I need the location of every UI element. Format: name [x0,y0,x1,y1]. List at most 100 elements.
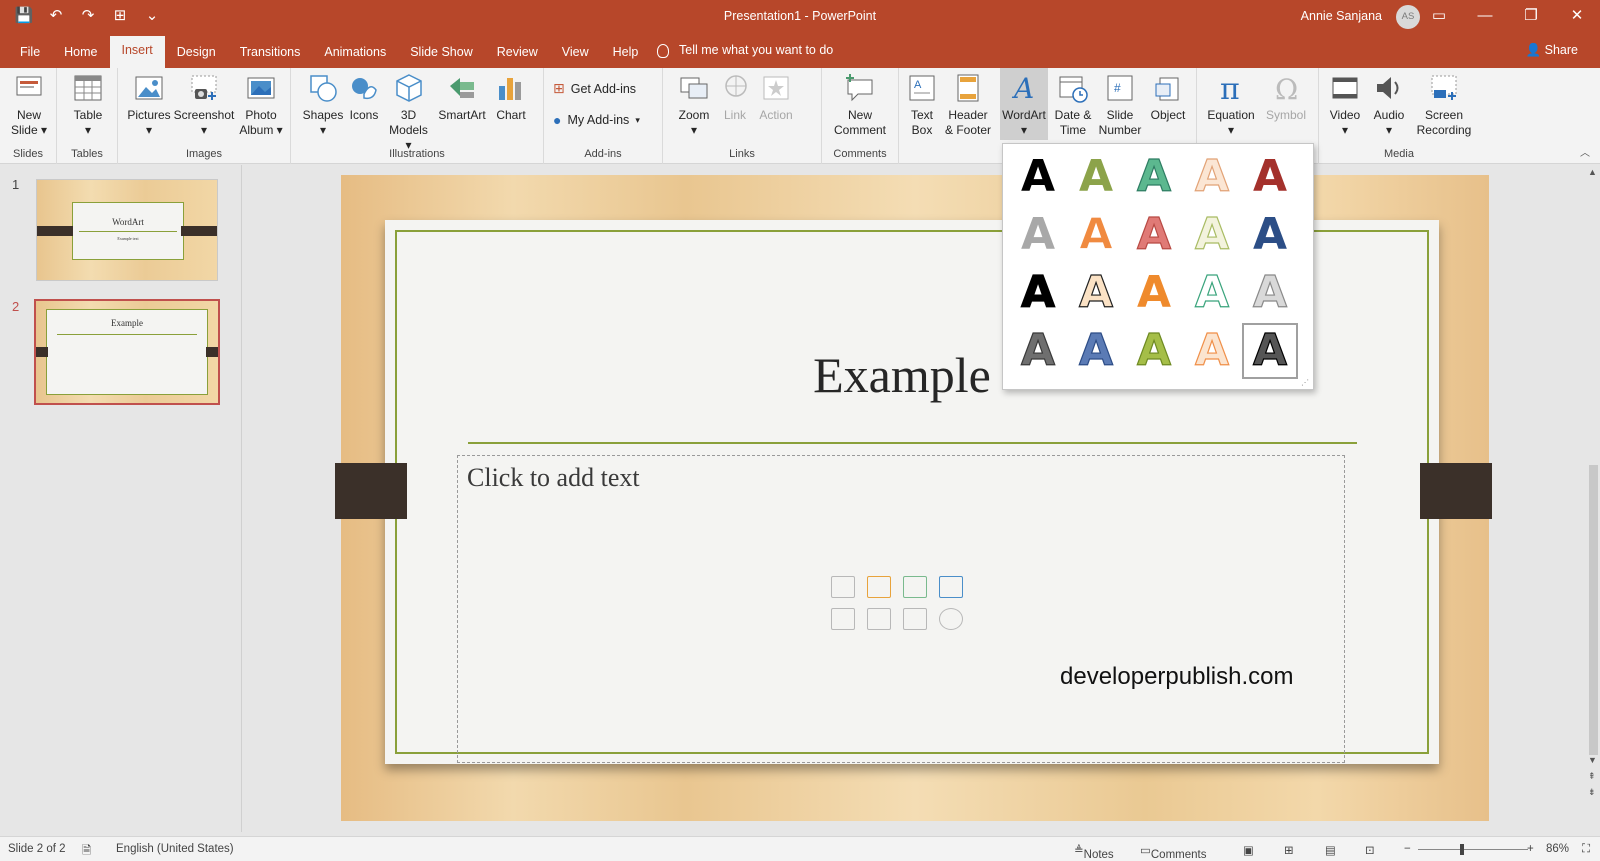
tab-file[interactable]: File [8,38,52,68]
fit-slide-icon[interactable]: ⛶ [1582,843,1590,856]
wordart-style-1[interactable]: A [1009,148,1067,206]
action-button[interactable]: Action [755,72,797,123]
date-time-button[interactable]: Date & Time [1051,72,1095,138]
wordart-style-14[interactable]: A [1183,264,1241,322]
user-name[interactable]: Annie Sanjana [1301,9,1382,23]
wordart-style-7[interactable]: A [1067,206,1125,264]
screenshot-button[interactable]: Screenshot ▾ [173,72,235,138]
scrollbar-thumb[interactable] [1589,465,1598,755]
tab-design[interactable]: Design [165,38,228,68]
wordart-style-2[interactable]: A [1067,148,1125,206]
scroll-down-icon[interactable]: ▼ [1588,755,1597,765]
symbol-button[interactable]: Ω Symbol [1261,72,1311,123]
wordart-style-4[interactable]: A [1183,148,1241,206]
zoom-slider-thumb[interactable] [1460,844,1464,855]
new-comment-label-2: Comment [833,123,886,137]
slide-number-button[interactable]: # Slide Number [1096,72,1144,138]
slide-number-label: Slide [1106,108,1134,122]
tell-me-search[interactable]: Tell me what you want to do [657,43,833,58]
insert-video-icon[interactable] [903,608,927,630]
previous-slide-icon[interactable]: ⇞ [1588,771,1596,782]
smartart-button[interactable]: SmartArt [434,72,490,123]
tab-help[interactable]: Help [601,38,651,68]
tab-transitions[interactable]: Transitions [228,38,313,68]
slide-sorter-icon[interactable]: ⊞ [1284,843,1294,857]
vertical-scrollbar[interactable]: ▲ ▼ ⇞ ⇟ [1586,165,1600,832]
icons-button[interactable]: Icons [346,72,382,123]
content-placeholder[interactable]: Click to add text developerpublish.com [457,455,1345,763]
get-addins-button[interactable]: ⊞ Get Add-ins [553,80,636,97]
tab-review[interactable]: Review [485,38,550,68]
audio-button[interactable]: Audio ▾ [1369,72,1409,138]
tab-home[interactable]: Home [52,38,109,68]
reading-view-icon[interactable]: ▤ [1325,843,1336,857]
comments-button[interactable]: ▭ Comments [1140,843,1206,861]
normal-view-icon[interactable]: ▣ [1243,843,1254,857]
scroll-up-icon[interactable]: ▲ [1588,167,1597,177]
pictures-button[interactable]: Pictures ▾ [126,72,172,138]
insert-online-picture-icon[interactable] [867,608,891,630]
store-icon: ⊞ [553,80,565,96]
text-box-button[interactable]: A Text Box [905,72,939,138]
share-button[interactable]: 👤 Share [1526,43,1578,58]
minimize-button[interactable]: — [1462,0,1508,34]
wordart-style-9[interactable]: A [1183,206,1241,264]
collapse-ribbon-icon[interactable]: ︿ [1580,144,1590,159]
zoom-button[interactable]: Zoom ▾ [673,72,715,138]
new-comment-button[interactable]: New Comment [830,72,890,138]
tab-slide-show[interactable]: Slide Show [398,38,485,68]
tab-animations[interactable]: Animations [312,38,398,68]
wordart-style-15[interactable]: A [1241,264,1299,322]
wordart-style-12[interactable]: A [1067,264,1125,322]
wordart-style-8[interactable]: A [1125,206,1183,264]
insert-chart-icon[interactable] [867,576,891,598]
3d-models-button[interactable]: 3D Models ▾ [386,72,431,153]
shapes-button[interactable]: Shapes ▾ [302,72,344,138]
new-slide-button[interactable]: New Slide ▾ [8,72,50,138]
zoom-out-icon[interactable]: − [1404,843,1411,855]
equation-button[interactable]: π Equation ▾ [1202,72,1260,138]
wordart-style-17[interactable]: A [1067,322,1125,380]
wordart-style-19[interactable]: A [1183,322,1241,380]
photo-album-button[interactable]: Photo Album ▾ [236,72,286,138]
wordart-style-10[interactable]: A [1241,206,1299,264]
next-slide-icon[interactable]: ⇟ [1588,787,1596,798]
language-indicator[interactable]: English (United States) [116,843,234,855]
my-addins-button[interactable]: ● My Add-ins ▾ [553,112,640,128]
insert-3d-model-icon[interactable] [939,576,963,598]
wordart-style-20[interactable]: A [1241,322,1299,380]
close-button[interactable]: ✕ [1554,0,1600,34]
insert-icons-icon[interactable] [939,608,963,630]
wordart-style-13[interactable]: A [1125,264,1183,322]
slide-thumbnail-2[interactable]: Example [34,299,220,405]
object-button[interactable]: Object [1146,72,1190,123]
insert-picture-icon[interactable] [831,608,855,630]
wordart-style-18[interactable]: A [1125,322,1183,380]
insert-table-icon[interactable] [831,576,855,598]
notes-button[interactable]: ≜ Notes [1074,843,1114,861]
chart-button[interactable]: Chart [491,72,531,123]
spelling-check-icon[interactable]: 🗎 [82,843,91,861]
slideshow-icon[interactable]: ⊡ [1365,843,1375,857]
wordart-style-5[interactable]: A [1241,148,1299,206]
wordart-style-3[interactable]: A [1125,148,1183,206]
slide-thumbnail-1[interactable]: WordArt Example text [36,179,218,281]
restore-button[interactable]: ❐ [1508,0,1554,34]
table-button[interactable]: Table ▾ [69,72,107,138]
insert-smartart-icon[interactable] [903,576,927,598]
zoom-in-icon[interactable]: + [1527,843,1534,855]
link-button[interactable]: Link [720,72,750,123]
zoom-slider[interactable] [1418,849,1528,850]
tab-view[interactable]: View [550,38,601,68]
header-footer-button[interactable]: Header & Footer [941,72,995,138]
wordart-style-11[interactable]: A [1009,264,1067,322]
tab-insert[interactable]: Insert [109,36,165,68]
screen-recording-button[interactable]: Screen Recording [1414,72,1474,138]
wordart-style-16[interactable]: A [1009,322,1067,380]
video-button[interactable]: Video ▾ [1325,72,1365,138]
wordart-style-6[interactable]: A [1009,206,1067,264]
zoom-level[interactable]: 86% [1546,843,1569,855]
ribbon-display-options-icon[interactable]: ▭ [1416,0,1462,34]
wordart-button[interactable]: A WordArt ▾ [1000,68,1048,140]
resize-grip-icon[interactable]: ⋰ [1301,378,1309,387]
